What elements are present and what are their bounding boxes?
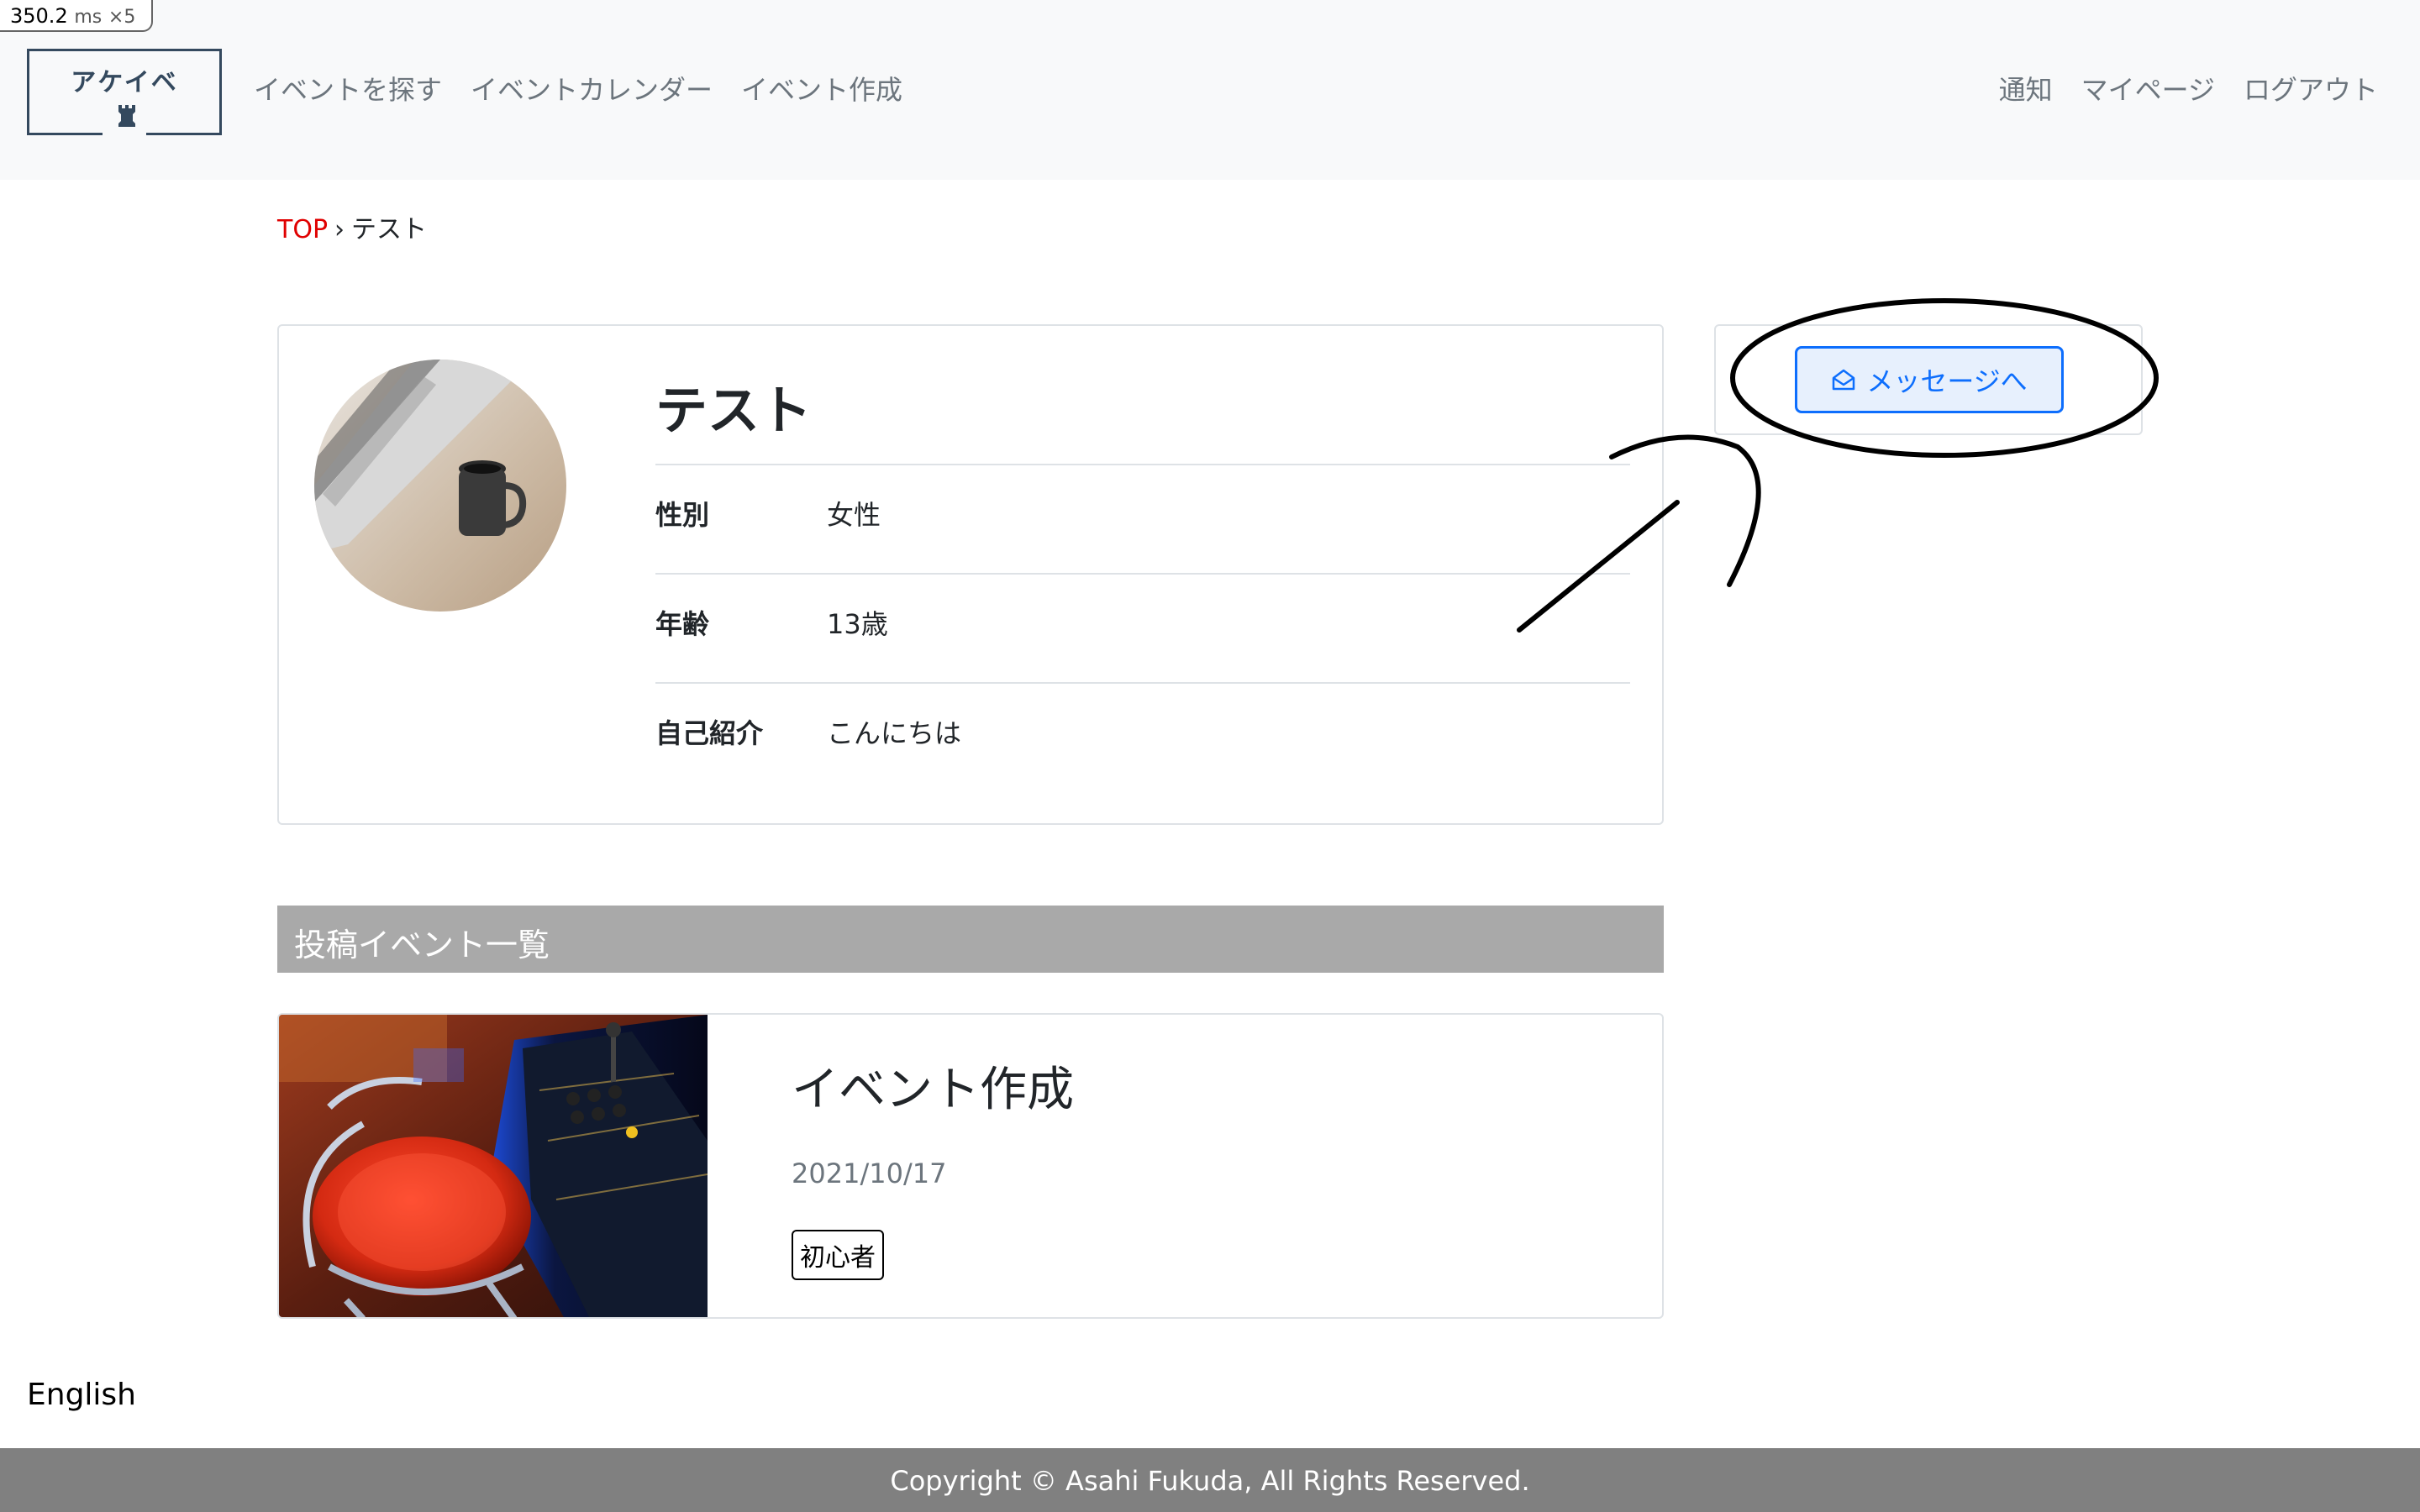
side-card: メッセージへ: [1714, 324, 2143, 435]
nav-left: イベントを探す イベントカレンダー イベント作成: [254, 69, 902, 108]
nav-logout[interactable]: ログアウト: [2244, 69, 2378, 108]
avatar: [314, 360, 566, 612]
avatar-photo: [314, 360, 566, 612]
breadcrumb: TOP › テスト: [277, 208, 427, 245]
perf-overlay: 350.2 ms ×5: [0, 0, 153, 32]
event-date: 2021/10/17: [792, 1158, 947, 1189]
event-thumbnail: [279, 1015, 708, 1317]
language-switch[interactable]: English: [27, 1378, 136, 1412]
footer-copyright: Copyright © Asahi Fukuda, All Rights Res…: [890, 1465, 1530, 1497]
divider: [655, 464, 1630, 465]
message-button-label: メッセージへ: [1866, 365, 2028, 397]
event-tag: 初心者: [792, 1230, 884, 1280]
footer: Copyright © Asahi Fukuda, All Rights Res…: [0, 1448, 2420, 1512]
perf-unit: ms: [74, 7, 103, 28]
bio-label: 自己紹介: [655, 717, 764, 749]
event-title[interactable]: イベント作成: [792, 1052, 1074, 1120]
divider: [655, 573, 1630, 575]
perf-value: 350.2: [10, 4, 68, 28]
nav-right: 通知 マイページ ログアウト: [1999, 69, 2378, 108]
nav-notifications[interactable]: 通知: [1999, 69, 2053, 108]
breadcrumb-separator: ›: [334, 215, 345, 244]
nav-find-events[interactable]: イベントを探す: [254, 69, 442, 108]
nav-event-calendar[interactable]: イベントカレンダー: [471, 69, 713, 108]
gender-value: 女性: [827, 499, 881, 531]
navbar: アケイベ イベントを探す イベントカレンダー イベント作成 通知 マイページ ロ…: [0, 0, 2420, 180]
event-card[interactable]: イベント作成 2021/10/17 初心者: [277, 1013, 1664, 1319]
envelope-open-icon: [1833, 369, 1855, 391]
bio-value: こんにちは: [827, 717, 962, 749]
posted-events-header: 投稿イベント一覧: [277, 906, 1664, 973]
profile-name: テスト: [655, 380, 813, 441]
profile-card: テスト 性別 女性 年齢 13歳 自己紹介 こんにちは: [277, 324, 1664, 825]
age-label: 年齢: [655, 608, 710, 640]
age-value: 13歳: [827, 608, 888, 640]
message-button[interactable]: メッセージへ: [1795, 346, 2064, 413]
section-title: 投稿イベント一覧: [294, 927, 550, 963]
perf-multiplier: ×5: [108, 7, 136, 28]
logo-text: アケイベ: [71, 68, 178, 97]
breadcrumb-current: テスト: [351, 215, 428, 244]
breadcrumb-top-link[interactable]: TOP: [277, 215, 328, 244]
gender-label: 性別: [655, 499, 710, 531]
nav-my-page[interactable]: マイページ: [2081, 69, 2215, 108]
nav-create-event[interactable]: イベント作成: [741, 69, 902, 108]
divider: [655, 682, 1630, 684]
logo-border: [27, 113, 222, 135]
